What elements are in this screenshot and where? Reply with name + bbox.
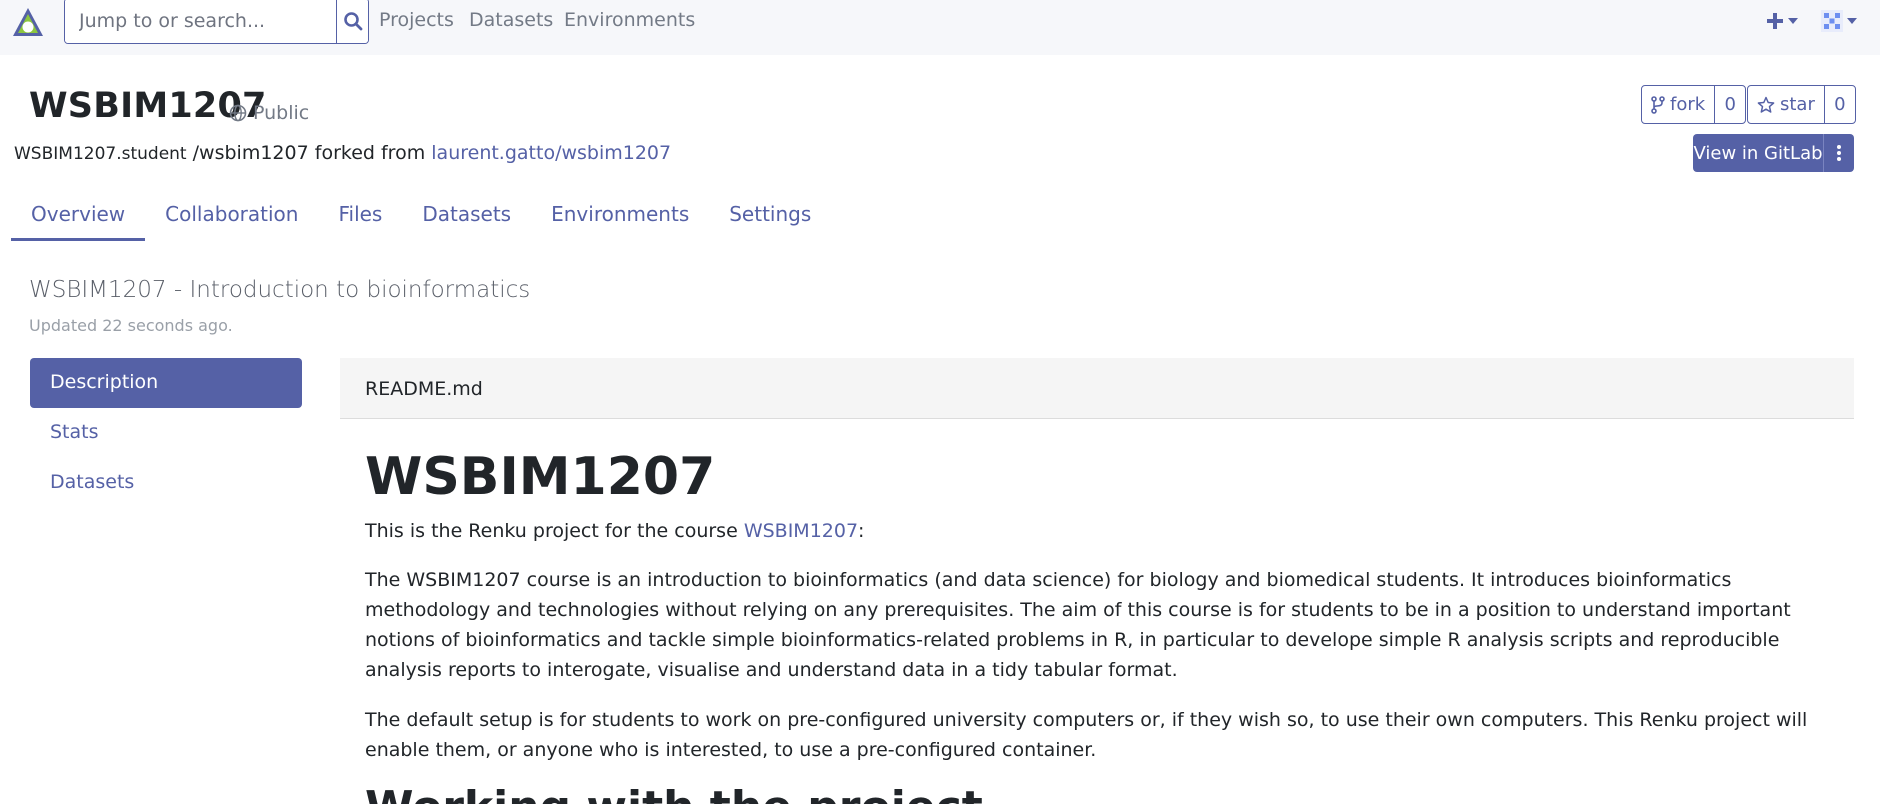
tab-overview[interactable]: Overview: [11, 196, 146, 241]
side-nav-description[interactable]: Description: [30, 358, 302, 408]
tab-settings[interactable]: Settings: [709, 196, 831, 241]
search-box: [64, 0, 369, 44]
forked-from-link[interactable]: laurent.gatto/wsbim1207: [431, 142, 671, 164]
readme-intro-text: This is the Renku project for the course: [365, 520, 744, 542]
visibility-badge: Public: [229, 102, 309, 124]
new-item-menu[interactable]: [1765, 6, 1803, 36]
fork-button[interactable]: fork: [1642, 86, 1716, 123]
readme-heading: WSBIM1207: [365, 447, 716, 507]
forked-from-label: forked from: [314, 142, 426, 164]
nav-link-datasets[interactable]: Datasets: [469, 9, 553, 31]
nav-link-environments[interactable]: Environments: [564, 9, 695, 31]
readme-paragraph-2: The default setup is for students to wor…: [365, 709, 1808, 761]
search-icon: [343, 12, 362, 31]
view-in-gitlab-button[interactable]: View in GitLab: [1693, 134, 1824, 172]
chevron-down-icon: [1788, 18, 1798, 24]
renku-logo[interactable]: [11, 6, 45, 40]
more-options-button[interactable]: [1824, 134, 1854, 172]
search-input[interactable]: [65, 0, 336, 43]
readme-paragraph-1: The WSBIM1207 course is an introduction …: [365, 569, 1791, 681]
kebab-menu-icon: [1837, 145, 1841, 161]
readme-subheading: Working with the project: [365, 782, 983, 804]
search-button[interactable]: [336, 0, 368, 43]
top-navbar: Projects Datasets Environments: [0, 0, 1880, 55]
fork-label: fork: [1670, 94, 1706, 115]
tab-environments[interactable]: Environments: [531, 196, 709, 241]
star-icon: [1757, 96, 1775, 113]
tab-collaboration[interactable]: Collaboration: [145, 196, 318, 241]
plus-icon: [1767, 13, 1783, 29]
star-label: star: [1780, 94, 1815, 115]
avatar-icon: [1821, 10, 1843, 32]
course-link[interactable]: WSBIM1207: [744, 520, 858, 542]
fork-button-group: fork 0: [1641, 85, 1747, 124]
star-button[interactable]: star: [1748, 86, 1825, 123]
view-in-gitlab-button-group: View in GitLab: [1693, 134, 1854, 172]
fork-info: WSBIM1207.student /wsbim1207 forked from…: [14, 142, 671, 164]
nav-link-projects[interactable]: Projects: [379, 9, 454, 31]
readme-intro-suffix: :: [858, 520, 865, 542]
project-path: /wsbim1207: [192, 142, 309, 164]
side-nav-stats[interactable]: Stats: [30, 408, 302, 458]
project-description-title: WSBIM1207 - Introduction to bioinformati…: [29, 277, 531, 303]
star-button-group: star 0: [1747, 85, 1856, 124]
tab-files[interactable]: Files: [318, 196, 402, 241]
user-menu[interactable]: [1820, 6, 1862, 36]
visibility-label: Public: [253, 102, 310, 124]
star-count[interactable]: 0: [1825, 86, 1855, 123]
globe-icon: [229, 104, 247, 122]
namespace-label: WSBIM1207.student: [14, 144, 187, 164]
tab-datasets[interactable]: Datasets: [402, 196, 531, 241]
last-updated-text: Updated 22 seconds ago.: [29, 316, 233, 335]
fork-count[interactable]: 0: [1715, 86, 1745, 123]
project-tabs: Overview Collaboration Files Datasets En…: [11, 196, 831, 241]
chevron-down-icon: [1847, 18, 1857, 24]
side-nav-datasets[interactable]: Datasets: [30, 458, 302, 508]
readme-intro: This is the Renku project for the course…: [365, 516, 1840, 546]
readme-filename: README.md: [340, 358, 1854, 419]
fork-icon: [1651, 95, 1665, 114]
